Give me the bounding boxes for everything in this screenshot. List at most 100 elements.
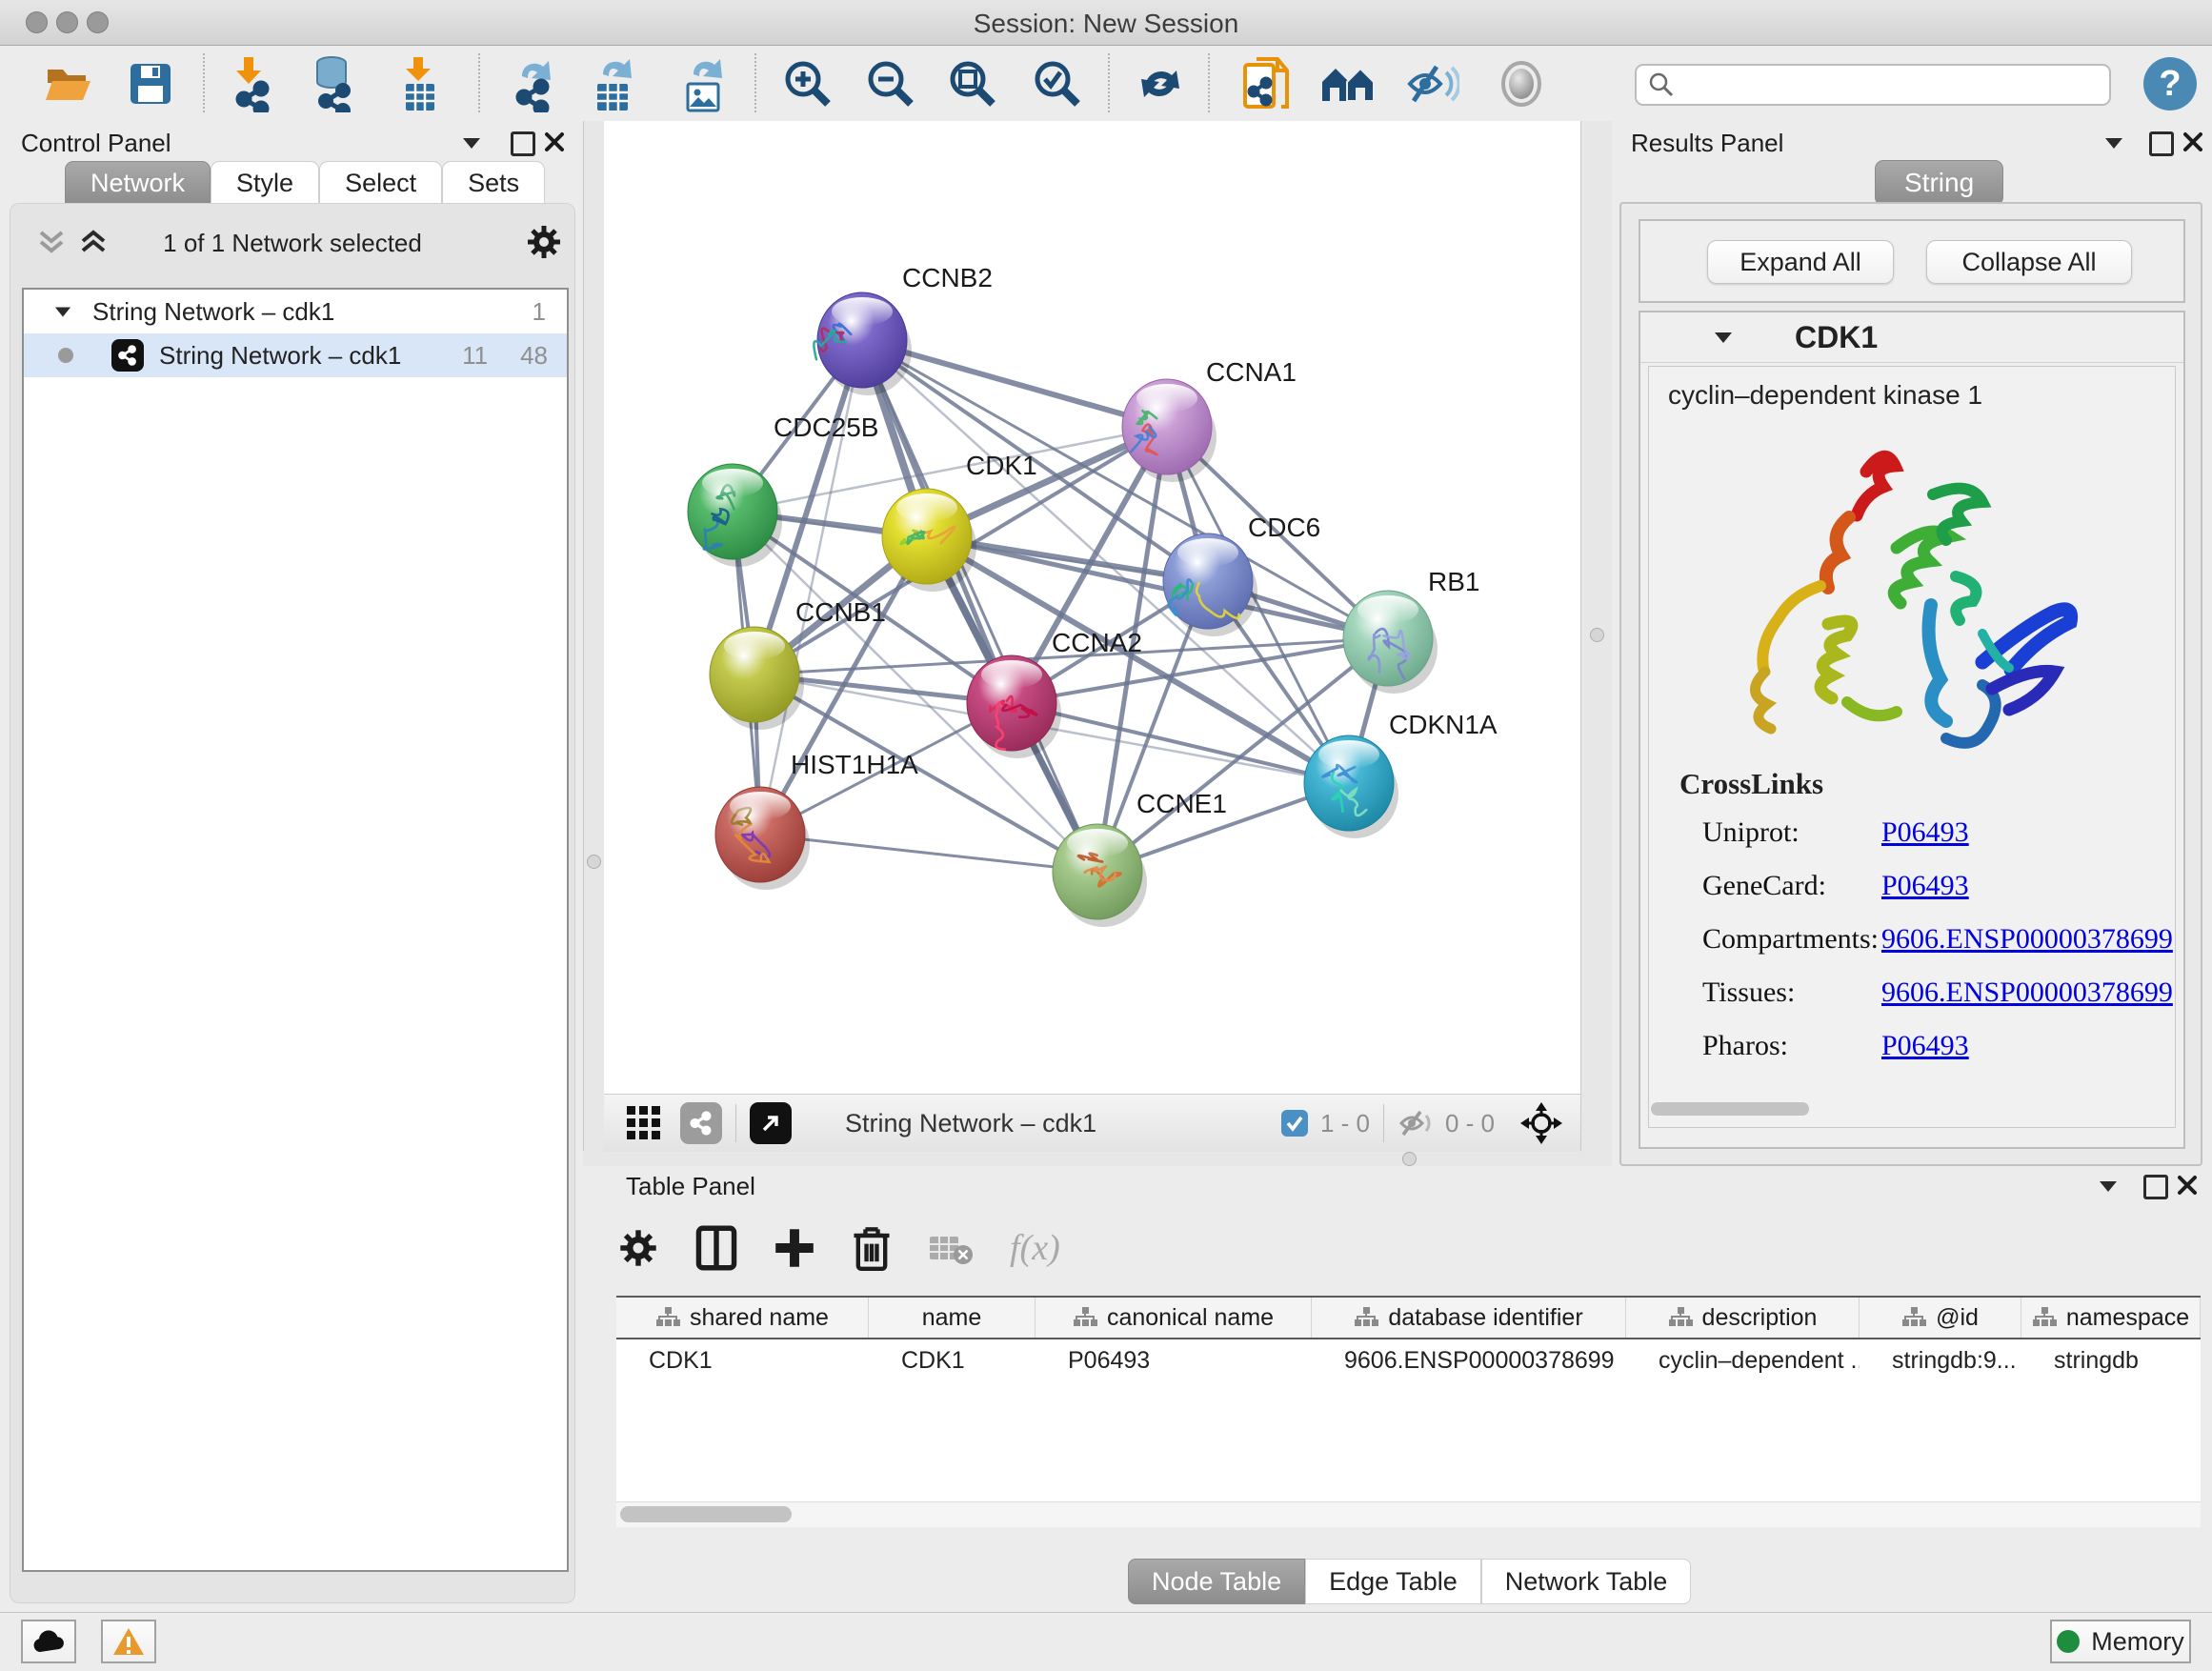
right-splitter[interactable] [1580,121,1614,1151]
export-image-button[interactable] [674,55,732,112]
help-button[interactable]: ? [2143,57,2197,111]
node-label-CCNE1[interactable]: CCNE1 [1136,789,1227,818]
search-box[interactable] [1635,64,2111,106]
hide-unhide-button[interactable] [1403,55,1460,112]
crosslink-tissues-link[interactable]: 9606.ENSP00000378699 [1881,976,2173,1009]
horizontal-splitter-handle[interactable] [1402,1152,1417,1166]
import-network-database-button[interactable] [303,55,360,112]
crosslink-uniprot-link[interactable]: P06493 [1881,816,1969,849]
table-panel-float-icon[interactable] [2143,1175,2168,1199]
collection-expand-icon[interactable] [55,307,70,316]
tab-style[interactable]: Style [211,161,319,204]
column-header-canonical-name[interactable]: canonical name [1036,1298,1312,1338]
detach-view-icon[interactable] [750,1102,792,1144]
open-session-button[interactable] [40,55,97,112]
collapse-all-button[interactable]: Collapse All [1926,240,2132,284]
crosslink-pharos-link[interactable]: P06493 [1881,1030,1969,1062]
control-panel-float-icon[interactable] [511,131,535,156]
tab-network[interactable]: Network [65,161,211,204]
node-label-CCNA1[interactable]: CCNA1 [1206,357,1297,387]
tab-select[interactable]: Select [319,161,442,204]
export-table-button[interactable] [584,55,641,112]
pan-crosshair-icon[interactable] [1519,1101,1563,1145]
network-options-gear-icon[interactable] [525,223,563,261]
network-canvas[interactable]: CCNB2 CCNA1 CDC25B CDK1 CDC6 RB1 CCNB1 CCNA2 CDK… [604,121,1580,1094]
tab-network-table[interactable]: Network Table [1481,1559,1692,1604]
results-panel-float-icon[interactable] [2149,131,2174,156]
node-table-hscrollbar[interactable] [616,1501,2201,1527]
selected-checkbox-icon[interactable] [1280,1109,1309,1137]
cell-database-identifier[interactable]: 9606.ENSP00000378699 [1312,1339,1626,1381]
network-svg[interactable]: CCNB2 CCNA1 CDC25B CDK1 CDC6 RB1 CCNB1 CCNA2 CDK… [604,121,1580,1094]
node-label-CDC25B[interactable]: CDC25B [774,413,878,442]
cdk1-expand-icon[interactable] [1715,332,1732,343]
left-splitter-handle[interactable] [587,855,601,869]
horizontal-splitter[interactable] [583,1151,1612,1166]
control-panel-menu-icon[interactable] [463,138,480,149]
import-network-file-button[interactable] [221,55,278,112]
right-splitter-handle[interactable] [1590,628,1604,642]
zoom-selected-button[interactable] [1029,55,1086,112]
memory-button[interactable]: Memory [2050,1620,2191,1663]
crosslink-compartments-link[interactable]: 9606.ENSP00000378699 [1881,923,2173,956]
cell-canonical-name[interactable]: P06493 [1036,1339,1312,1381]
network-collection-row[interactable]: String Network – cdk1 1 [24,290,567,333]
show-columns-icon[interactable] [695,1225,737,1271]
cell-namespace[interactable]: stringdb [2021,1339,2201,1381]
import-table-file-button[interactable] [391,55,448,112]
zoom-in-button[interactable] [779,55,836,112]
save-session-button[interactable] [122,55,179,112]
network-row[interactable]: String Network – cdk1 11 48 [24,333,567,377]
node-label-CCNB2[interactable]: CCNB2 [902,263,993,292]
results-hscroll-thumb[interactable] [1651,1102,1809,1116]
string-copy-style-button[interactable] [1238,55,1296,112]
column-header--id[interactable]: @id [1860,1298,2021,1338]
birdseye-grid-icon[interactable] [625,1104,663,1142]
crosslink-genecard-link[interactable]: P06493 [1881,870,1969,902]
tab-string[interactable]: String [1875,160,2003,206]
apply-layout-button[interactable] [1132,55,1189,112]
zoom-out-button[interactable] [862,55,919,112]
table-panel-close-icon[interactable] [2176,1174,2199,1197]
node-label-CDK1[interactable]: CDK1 [966,451,1037,480]
tab-node-table[interactable]: Node Table [1128,1559,1305,1604]
table-panel-menu-icon[interactable] [2100,1181,2117,1192]
cell-shared-name[interactable]: CDK1 [616,1339,869,1381]
tab-edge-table[interactable]: Edge Table [1305,1559,1481,1604]
create-column-plus-icon[interactable] [774,1227,815,1269]
cloud-status-button[interactable] [21,1620,76,1663]
column-header-name[interactable]: name [869,1298,1036,1338]
cell-description[interactable]: cyclin–dependent ... [1626,1339,1860,1381]
node-label-CCNB1[interactable]: CCNB1 [795,597,886,627]
node-label-CCNA2[interactable]: CCNA2 [1052,628,1142,657]
export-network-button[interactable] [503,55,560,112]
string-home-button[interactable] [1320,55,1377,112]
search-input[interactable] [1675,70,2079,99]
node-label-CDKN1A[interactable]: CDKN1A [1389,710,1498,739]
left-splitter[interactable] [583,121,606,1151]
node-label-RB1[interactable]: RB1 [1428,567,1479,596]
delete-column-trash-icon[interactable] [852,1225,892,1271]
cell--id[interactable]: stringdb:9... [1860,1339,2021,1381]
cell-name[interactable]: CDK1 [869,1339,1036,1381]
hidden-eye-slash-icon[interactable] [1398,1108,1436,1138]
expand-all-button[interactable]: Expand All [1707,240,1894,284]
results-panel-close-icon[interactable] [2182,131,2204,153]
results-panel-menu-icon[interactable] [2105,138,2122,149]
node-table-hscroll-thumb[interactable] [620,1506,792,1522]
cdk1-section-header[interactable]: CDK1 [1640,312,2183,363]
tab-sets[interactable]: Sets [442,161,545,204]
table-options-gear-icon[interactable] [617,1227,659,1269]
node-label-CDC6[interactable]: CDC6 [1248,513,1320,542]
string-view-icon[interactable] [680,1102,722,1144]
node-label-HIST1H1A[interactable]: HIST1H1A [791,750,918,779]
column-header-description[interactable]: description [1626,1298,1860,1338]
column-header-namespace[interactable]: namespace [2021,1298,2201,1338]
column-header-database-identifier[interactable]: database identifier [1312,1298,1626,1338]
column-header-shared-name[interactable]: shared name [616,1298,869,1338]
control-panel-close-icon[interactable] [543,131,566,153]
show-eye-button[interactable] [1493,55,1550,112]
warnings-button[interactable] [101,1620,156,1663]
node-table-row[interactable]: CDK1CDK1P064939606.ENSP00000378699cyclin… [616,1339,2201,1381]
zoom-fit-button[interactable] [944,55,1001,112]
